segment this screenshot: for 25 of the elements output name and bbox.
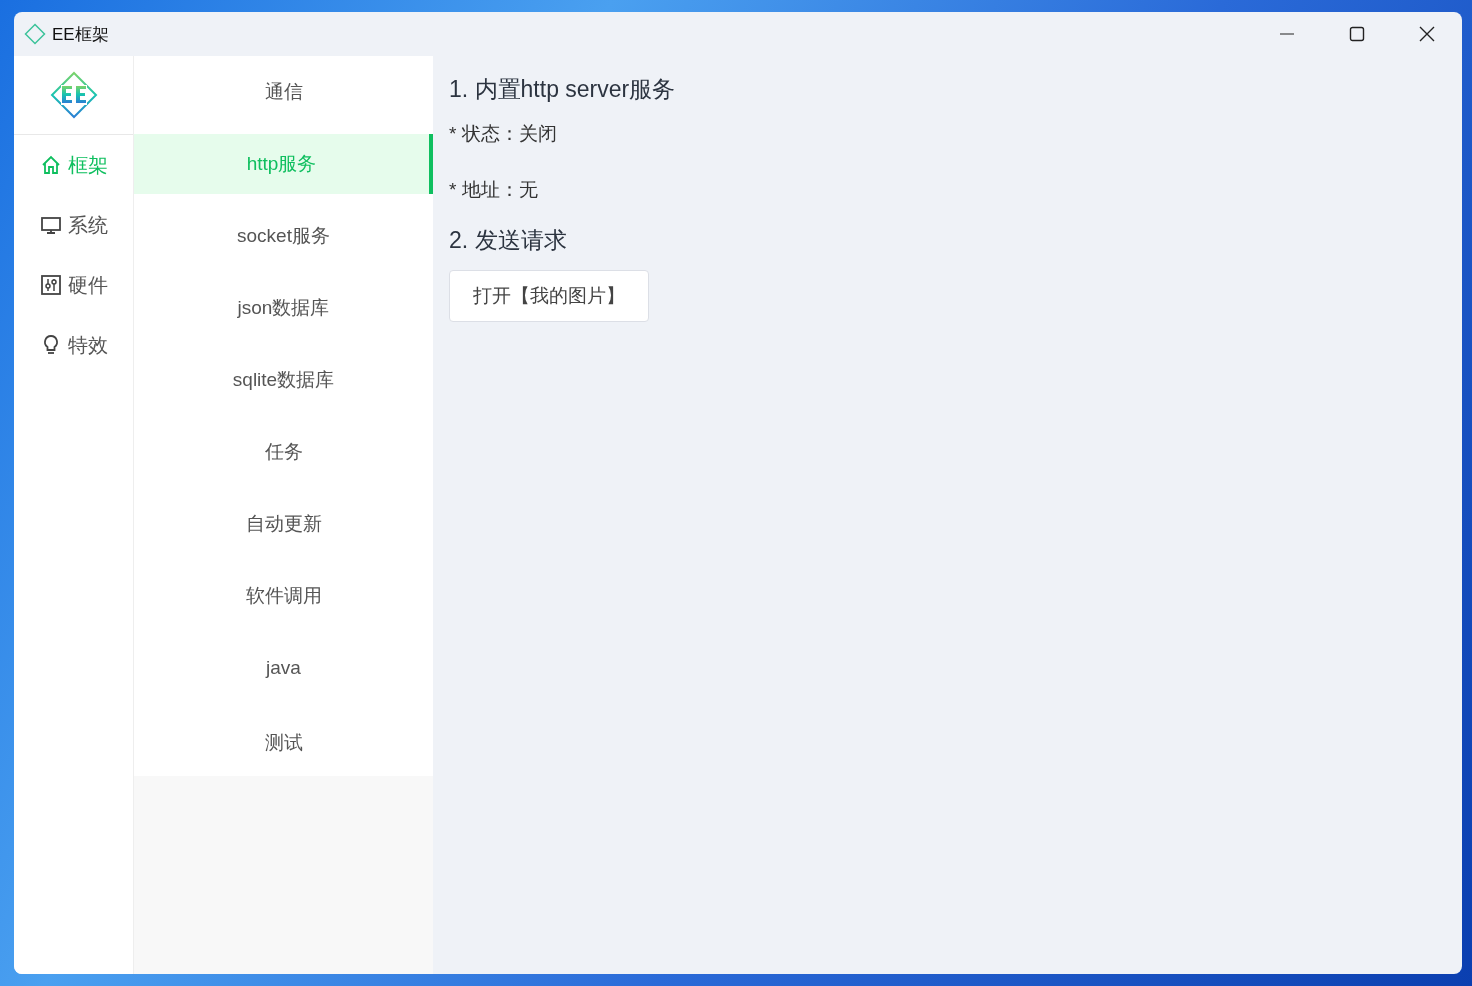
submenu-item[interactable]: 任务 — [134, 422, 433, 482]
section-heading: 2. 发送请求 — [449, 226, 567, 255]
sidebar-item[interactable]: 硬件 — [14, 255, 133, 315]
submenu-item[interactable]: socket服务 — [134, 206, 433, 266]
submenu-item[interactable]: 软件调用 — [134, 566, 433, 626]
status-text: * 地址：无 — [449, 178, 538, 202]
window-title: EE框架 — [52, 23, 109, 46]
monitor-icon — [39, 214, 62, 236]
submenu-item[interactable]: java — [134, 638, 433, 698]
maximize-icon — [1349, 26, 1365, 42]
open-pictures-button[interactable]: 打开【我的图片】 — [449, 270, 649, 322]
submenu-item[interactable]: sqlite数据库 — [134, 350, 433, 410]
app-logo-icon — [24, 23, 46, 45]
sidebar-item[interactable]: 特效 — [14, 315, 133, 375]
submenu-item[interactable]: 自动更新 — [134, 494, 433, 554]
sidebar-item[interactable]: 系统 — [14, 195, 133, 255]
submenu-item[interactable]: 测试 — [134, 710, 433, 776]
close-icon — [1419, 26, 1435, 42]
submenu-item[interactable]: 通信 — [134, 62, 433, 122]
submenu-item[interactable]: json数据库 — [134, 278, 433, 338]
minimize-icon — [1280, 33, 1294, 35]
sliders-icon — [39, 274, 62, 296]
status-text: * 状态：关闭 — [449, 122, 557, 146]
section-heading: 1. 内置http server服务 — [449, 75, 676, 104]
app-logo-icon — [49, 71, 98, 119]
